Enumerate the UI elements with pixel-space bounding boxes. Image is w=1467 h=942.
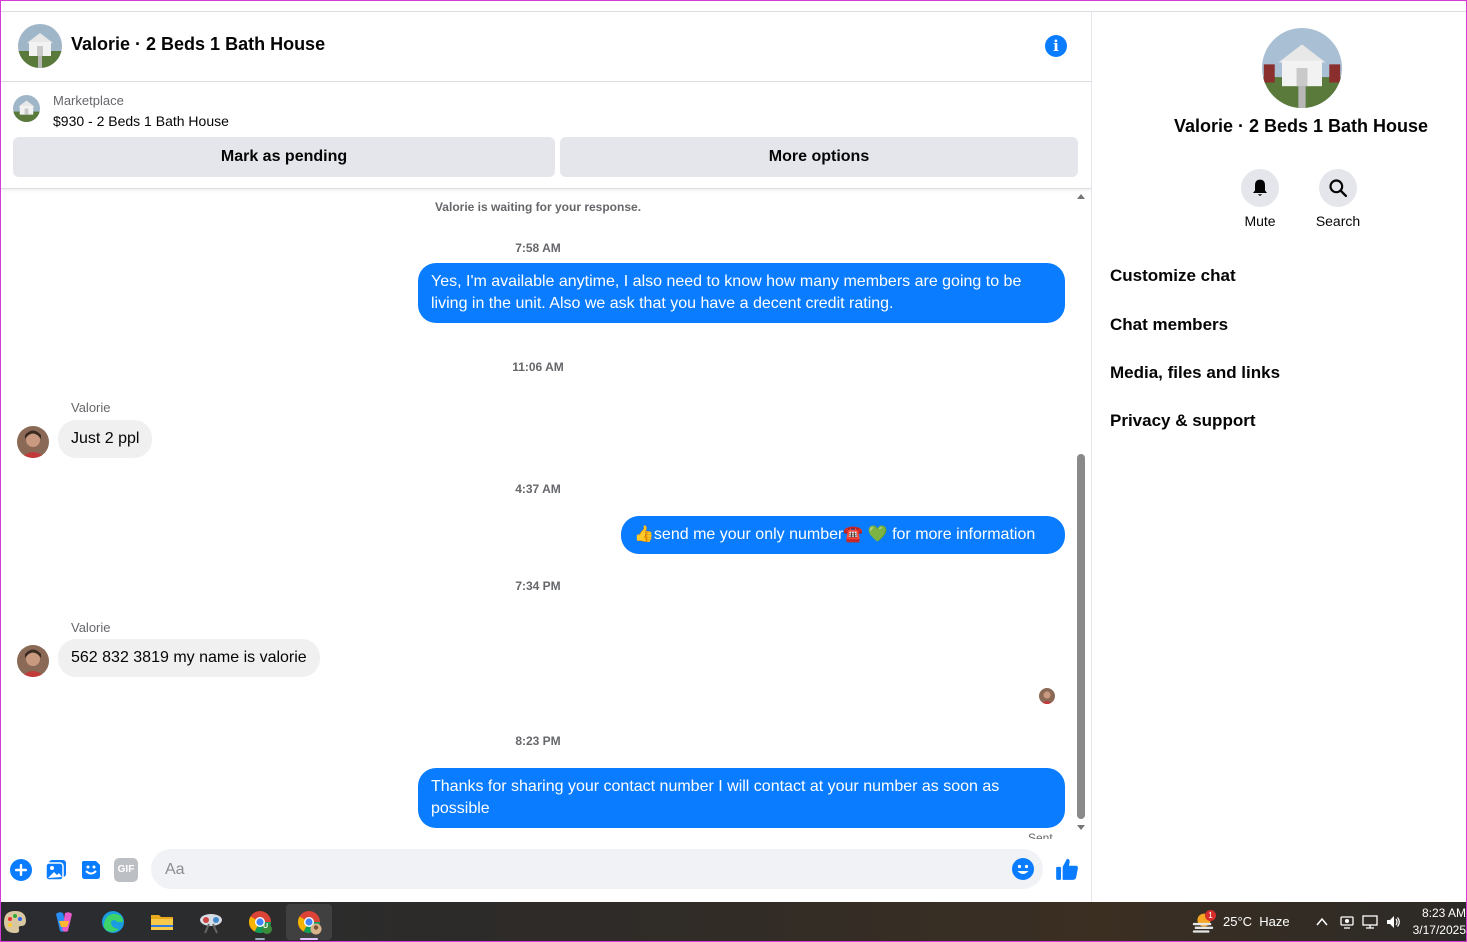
scroll-up-arrow-icon[interactable] [1077, 194, 1085, 199]
customize-chat-item[interactable]: Customize chat [1110, 266, 1236, 286]
message-input[interactable] [163, 849, 1007, 891]
outgoing-message[interactable]: 👍send me your only number☎️ 💚 for more i… [621, 516, 1065, 554]
waiting-note: Valorie is waiting for your response. [434, 200, 642, 214]
sender-avatar[interactable] [17, 645, 49, 677]
chat-members-item[interactable]: Chat members [1110, 315, 1228, 335]
paint-palette-icon[interactable] [1, 908, 29, 936]
meet-camera-icon[interactable] [1339, 914, 1355, 930]
plus-circle-icon[interactable] [9, 858, 33, 882]
listing-thumbnail[interactable] [13, 95, 40, 122]
search-button[interactable]: Search [1308, 169, 1368, 229]
gif-icon[interactable]: GIF [114, 858, 138, 882]
sent-status: Sent [1028, 831, 1053, 839]
open-app-indicator [255, 938, 265, 940]
conversation-title: Valorie · 2 Beds 1 Bath House [1173, 116, 1429, 136]
privacy-support-item[interactable]: Privacy & support [1110, 411, 1256, 431]
sender-avatar[interactable] [17, 426, 49, 458]
clock-date: 3/17/2025 [1412, 923, 1466, 937]
thumbs-up-icon[interactable] [1054, 856, 1080, 882]
scroll-down-arrow-icon[interactable] [1077, 825, 1085, 830]
marketplace-label: Marketplace [53, 93, 124, 108]
volume-icon[interactable] [1385, 914, 1401, 930]
chrome-profile-badge: U [263, 923, 269, 930]
search-label: Search [1315, 213, 1361, 229]
chevron-up-icon[interactable] [1316, 916, 1328, 928]
seen-indicator-avatar [1039, 688, 1055, 704]
message-list: Valorie is waiting for your response. 7:… [1, 189, 1091, 839]
scrollbar-thumb[interactable] [1077, 454, 1085, 819]
bell-icon [1252, 179, 1268, 196]
timestamp: 7:58 AM [515, 241, 561, 255]
emoji-icon[interactable] [1011, 857, 1035, 881]
timestamp: 8:23 PM [515, 734, 561, 748]
weather-alert-badge: 1 [1205, 910, 1216, 921]
edge-browser-icon[interactable] [99, 908, 127, 936]
file-explorer-icon[interactable] [148, 908, 176, 936]
marketplace-banner: Marketplace $930 - 2 Beds 1 Bath House M… [1, 82, 1091, 189]
snipping-tool-icon[interactable] [197, 908, 225, 936]
conversation-avatar[interactable] [1262, 28, 1342, 108]
copilot-icon[interactable] [50, 908, 78, 936]
mark-pending-button[interactable]: Mark as pending [13, 137, 555, 177]
active-app-indicator [300, 938, 318, 940]
clock-time: 8:23 AM [1421, 906, 1466, 920]
system-clock[interactable]: 8:23 AM 3/17/2025 [1404, 905, 1466, 939]
chat-title[interactable]: Valorie · 2 Beds 1 Bath House [71, 34, 325, 55]
message-input-container[interactable] [151, 849, 1043, 891]
timestamp: 4:37 AM [515, 482, 561, 496]
chrome-profile-icon[interactable] [295, 908, 323, 936]
timestamp: 7:34 PM [515, 579, 561, 593]
info-icon[interactable]: i [1045, 35, 1067, 57]
incoming-message[interactable]: 562 832 3819 my name is valorie [58, 639, 320, 677]
chrome-browser-icon[interactable] [246, 908, 274, 936]
mute-button[interactable]: Mute [1230, 169, 1290, 229]
search-icon [1329, 179, 1348, 198]
mute-label: Mute [1244, 213, 1276, 229]
media-files-links-item[interactable]: Media, files and links [1110, 363, 1280, 383]
listing-title[interactable]: $930 - 2 Beds 1 Bath House [53, 113, 229, 129]
sender-name: Valorie [71, 620, 111, 635]
incoming-message[interactable]: Just 2 ppl [58, 420, 153, 458]
weather-text[interactable]: 25°C Haze [1223, 914, 1290, 929]
network-icon[interactable] [1362, 914, 1378, 930]
conversation-info-panel: Valorie · 2 Beds 1 Bath House Mute Searc… [1091, 12, 1467, 902]
taskbar: U 1 25°C Haze 8:23 AM 3/17/2025 [0, 902, 1467, 942]
scrollbar[interactable] [1077, 189, 1087, 839]
message-composer: GIF [1, 840, 1091, 902]
sticker-icon[interactable] [79, 858, 103, 882]
more-options-button[interactable]: More options [560, 137, 1078, 177]
timestamp: 11:06 AM [512, 360, 564, 374]
outgoing-message[interactable]: Thanks for sharing your contact number I… [418, 768, 1065, 828]
sender-name: Valorie [71, 400, 111, 415]
outgoing-message[interactable]: Yes, I'm available anytime, I also need … [418, 263, 1065, 323]
chat-window: Valorie · 2 Beds 1 Bath House i Marketpl… [1, 12, 1091, 902]
photo-gallery-icon[interactable] [44, 858, 68, 882]
chat-header: Valorie · 2 Beds 1 Bath House i [1, 12, 1091, 82]
listing-avatar[interactable] [18, 24, 62, 68]
